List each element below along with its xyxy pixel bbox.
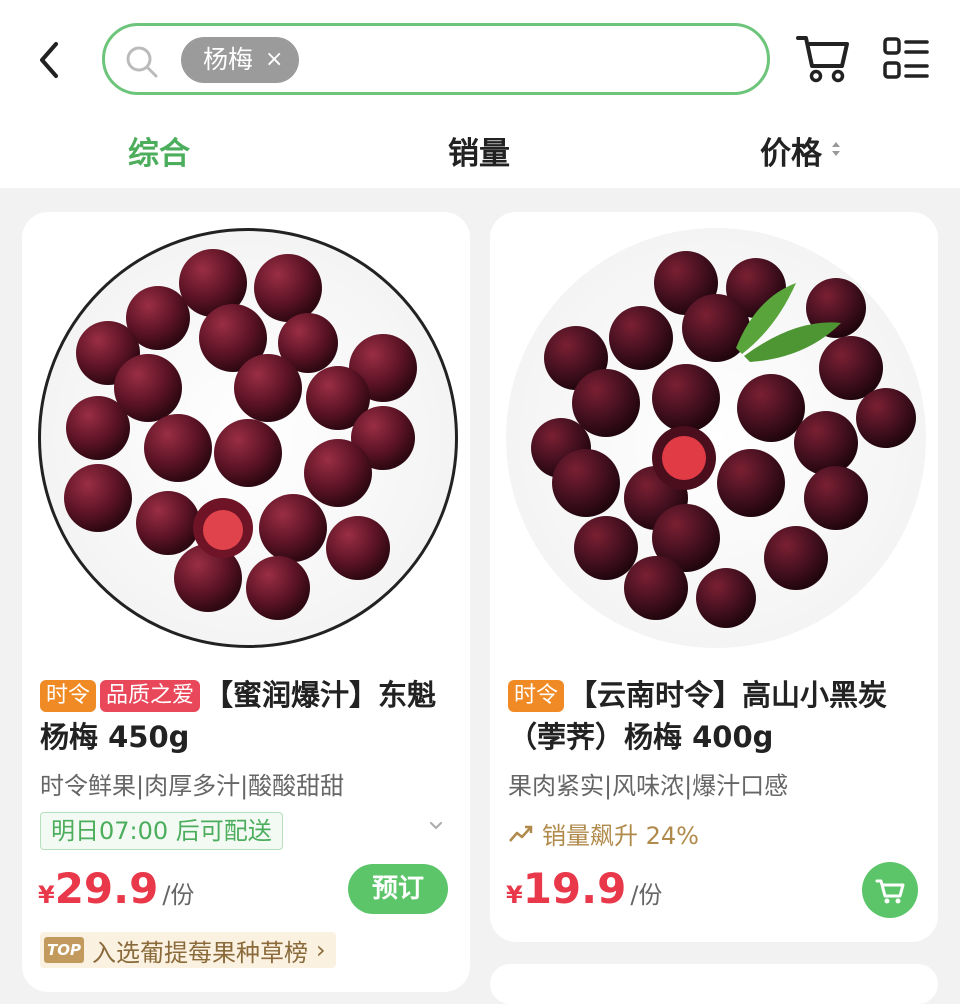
product-title-text: 【云南时令】高山小黑炭（荸荠）杨梅 400g xyxy=(508,678,888,754)
product-card[interactable]: 时令 【云南时令】高山小黑炭（荸荠）杨梅 400g 果肉紧实|风味浓|爆汁口感 销… xyxy=(490,212,938,942)
trend-up-icon xyxy=(509,825,533,842)
price-symbol: ¥ xyxy=(38,881,55,909)
cart-icon[interactable] xyxy=(794,32,852,84)
product-image-bayberries xyxy=(64,249,417,620)
search-query-text: 杨梅 xyxy=(203,45,254,74)
cart-icon xyxy=(875,879,905,904)
price-unit: /份 xyxy=(630,881,663,909)
tab-sales[interactable]: 销量 xyxy=(448,128,510,173)
product-title[interactable]: 时令 品质之爱 【蜜润爆汁】东魁杨梅 450g xyxy=(40,674,460,758)
clear-chip-icon[interactable]: × xyxy=(265,37,283,83)
ranking-banner[interactable]: TOP 入选葡提莓果种草榜 › xyxy=(40,932,336,968)
sort-tabs: 综合 销量 价格 xyxy=(0,118,960,178)
add-to-cart-button[interactable] xyxy=(862,862,918,918)
top-bar: 杨梅 × 综合 销量 价格 xyxy=(0,0,960,188)
price-unit: /份 xyxy=(162,881,195,909)
product-subtitle: 时令鲜果|肉厚多汁|酸酸甜甜 xyxy=(40,772,345,800)
tab-price[interactable]: 价格 xyxy=(760,128,822,173)
delivery-badge: 明日07:00 后可配送 xyxy=(40,812,283,850)
search-bar[interactable]: 杨梅 × xyxy=(102,23,770,95)
tag-quality: 品质之爱 xyxy=(100,680,201,712)
tag-seasonal: 时令 xyxy=(40,680,97,712)
price-value: 29.9 xyxy=(54,864,159,913)
search-query-chip[interactable]: 杨梅 × xyxy=(181,37,300,83)
product-price: ¥ 19.9 /份 xyxy=(506,864,662,913)
product-card[interactable]: 时令 品质之爱 【蜜润爆汁】东魁杨梅 450g 时令鲜果|肉厚多汁|酸酸甜甜 明日0… xyxy=(22,212,470,992)
sales-trend: 销量飙升 24% xyxy=(508,816,699,851)
product-subtitle: 果肉紧实|风味浓|爆汁口感 xyxy=(508,772,789,800)
price-value: 19.9 xyxy=(522,864,627,913)
sort-arrows-icon xyxy=(832,142,840,156)
list-view-icon[interactable] xyxy=(882,36,930,82)
chevron-right-icon: › xyxy=(316,936,326,964)
product-title[interactable]: 时令 【云南时令】高山小黑炭（荸荠）杨梅 400g xyxy=(508,674,928,758)
search-icon xyxy=(126,46,158,78)
tab-comprehensive[interactable]: 综合 xyxy=(128,128,190,173)
top-badge: TOP xyxy=(44,937,84,963)
chevron-down-icon[interactable] xyxy=(428,818,444,834)
back-arrow-icon[interactable] xyxy=(28,36,72,84)
sales-trend-text: 销量飙升 24% xyxy=(542,822,699,850)
price-symbol: ¥ xyxy=(506,881,523,909)
product-price: ¥ 29.9 /份 xyxy=(38,864,194,913)
product-image-bayberries xyxy=(531,251,916,628)
ranking-text: 入选葡提莓果种草榜 xyxy=(92,938,308,967)
tag-seasonal: 时令 xyxy=(508,680,565,712)
preorder-button[interactable]: 预订 xyxy=(348,864,448,914)
product-card[interactable] xyxy=(490,964,938,1004)
